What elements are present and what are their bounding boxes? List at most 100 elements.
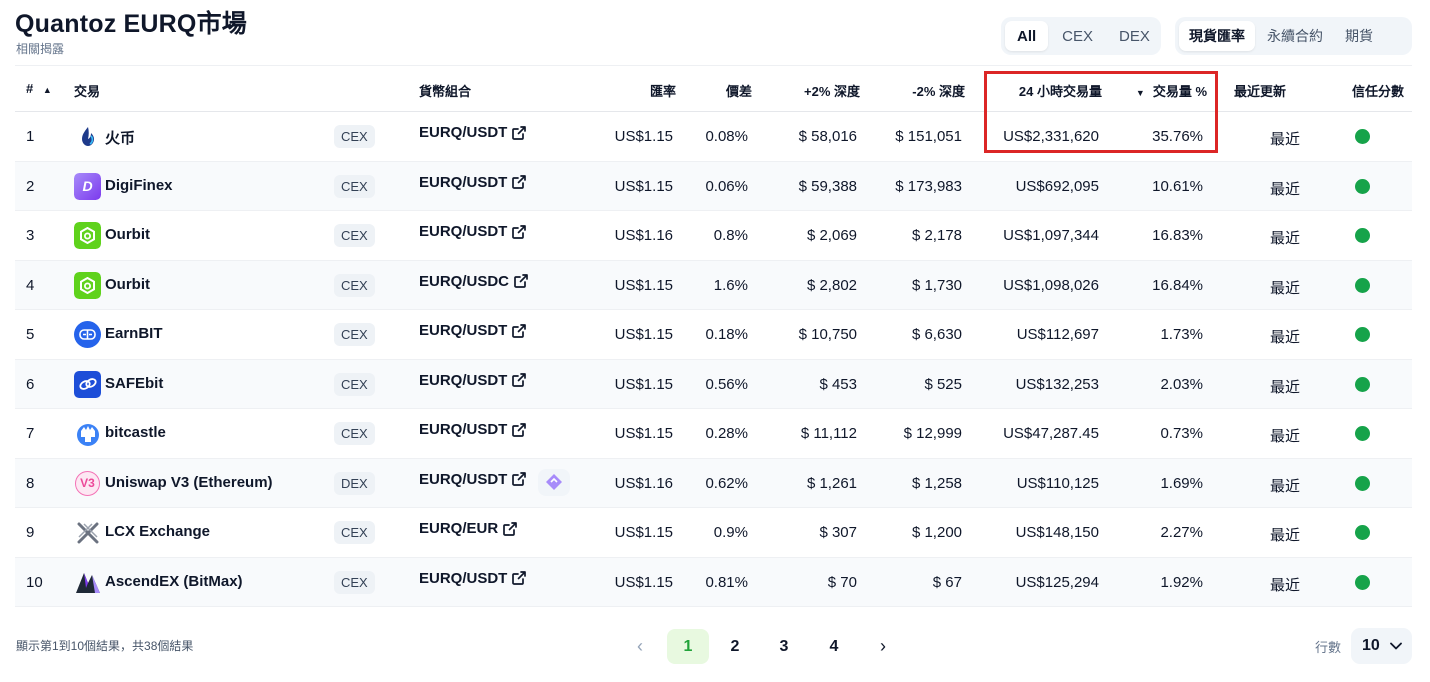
- table-row[interactable]: 3 Ourbit CEX EURQ/USDT US$1.16 0.8% $ 2,069 $ 2…: [15, 211, 1412, 261]
- table-row[interactable]: 5 EarnBIT CEX EURQ/USDT US$1.15 0.18% $ 10,750…: [15, 310, 1412, 360]
- page-button-2[interactable]: 2: [714, 629, 756, 664]
- table-row[interactable]: 9 LCX Exchange CEX EURQ/EUR US$1.15 0.9% $ 307…: [15, 508, 1412, 558]
- trading-pair-link[interactable]: EURQ/USDT: [419, 124, 527, 141]
- trust-score-dot: [1355, 327, 1370, 342]
- trading-pair-label: EURQ/USDT: [419, 322, 508, 339]
- exchange-name-link[interactable]: Ourbit: [105, 226, 150, 243]
- filter-perpetual-button[interactable]: 永續合約: [1257, 21, 1333, 51]
- page-button-4[interactable]: 4: [813, 629, 855, 664]
- volume-pct-cell: 2.03%: [1160, 375, 1203, 393]
- external-link-icon[interactable]: [511, 570, 527, 586]
- exchange-name-link[interactable]: bitcastle: [105, 424, 166, 441]
- trading-pair-link[interactable]: EURQ/USDT: [419, 570, 527, 587]
- column-header-volume[interactable]: 24 小時交易量: [1019, 81, 1102, 100]
- trust-score-dot: [1355, 129, 1370, 144]
- volume-cell: US$2,331,620: [1003, 128, 1099, 145]
- filter-futures-button[interactable]: 期貨: [1335, 21, 1383, 51]
- external-link-icon[interactable]: [511, 323, 527, 339]
- disclosure-link[interactable]: 相關揭露: [16, 40, 64, 57]
- external-link-icon[interactable]: [502, 521, 518, 537]
- column-header-updated[interactable]: 最近更新: [1234, 81, 1286, 100]
- trading-pair-link[interactable]: EURQ/USDT: [419, 471, 527, 488]
- exchange-name-link[interactable]: DigiFinex: [105, 177, 173, 194]
- table-row[interactable]: 7 bitcastle CEX EURQ/USDT US$1.15 0.28% $ 11,1…: [15, 409, 1412, 459]
- depth-plus-cell: $ 307: [819, 524, 857, 541]
- volume-pct-cell: 2.27%: [1160, 524, 1203, 541]
- trading-pair-link[interactable]: EURQ/USDT: [419, 421, 527, 438]
- exchange-logo-icon: [74, 569, 101, 596]
- chevron-left-icon: ‹: [637, 636, 643, 656]
- depth-minus-cell: $ 1,258: [911, 474, 962, 492]
- prev-page-button[interactable]: ‹: [619, 629, 661, 664]
- filter-dex-button[interactable]: DEX: [1107, 21, 1162, 51]
- row-rank: 8: [26, 474, 35, 492]
- external-link-icon[interactable]: [511, 224, 527, 240]
- table-row[interactable]: 10 AscendEX (BitMax) CEX EURQ/USDT US$1.15 0.…: [15, 557, 1412, 607]
- depth-minus-cell: $ 6,630: [911, 326, 962, 343]
- trading-pair-link[interactable]: EURQ/EUR: [419, 520, 518, 537]
- row-rank: 5: [26, 326, 35, 343]
- filter-spot-button[interactable]: 現貨匯率: [1179, 21, 1255, 51]
- depth-minus-cell: $ 525: [924, 375, 962, 393]
- row-rank: 6: [26, 375, 35, 393]
- exchange-name-link[interactable]: 火币: [105, 127, 135, 148]
- page-button-1[interactable]: 1: [667, 629, 709, 664]
- column-header-rank[interactable]: # ▲: [26, 81, 52, 96]
- filter-all-button[interactable]: All: [1005, 21, 1049, 51]
- trading-pair-link[interactable]: EURQ/USDT: [419, 223, 527, 240]
- exchange-name-link[interactable]: AscendEX (BitMax): [105, 573, 243, 590]
- spread-cell: 0.81%: [705, 573, 748, 591]
- trading-pair-link[interactable]: EURQ/USDT: [419, 372, 527, 389]
- rate-cell: US$1.16: [614, 474, 673, 492]
- page-button-3[interactable]: 3: [763, 629, 805, 664]
- external-link-icon[interactable]: [511, 372, 527, 388]
- trading-pair-link[interactable]: EURQ/USDT: [419, 174, 527, 191]
- exchange-logo-icon: D: [74, 172, 101, 200]
- column-header-spread[interactable]: 價差: [726, 81, 752, 100]
- trust-score-dot: [1355, 228, 1370, 243]
- column-header-exchange[interactable]: 交易: [74, 81, 100, 100]
- column-header-depth-minus[interactable]: -2% 深度: [912, 81, 965, 100]
- updated-cell: 最近: [1270, 576, 1301, 594]
- exchange-type-badge: CEX: [334, 422, 375, 445]
- updated-cell: 最近: [1270, 230, 1301, 247]
- depth-plus-cell: $ 10,750: [798, 326, 857, 343]
- exchange-type-badge: CEX: [334, 323, 375, 346]
- depth-plus-cell: $ 70: [827, 573, 857, 591]
- trust-score-dot: [1355, 574, 1370, 590]
- column-header-trust[interactable]: 信任分數: [1352, 81, 1404, 100]
- table-row[interactable]: 4 Ourbit CEX EURQ/USDC US$1.15 1.6% $ 2,802 $ 1…: [15, 260, 1412, 310]
- external-link-icon[interactable]: [511, 174, 527, 190]
- volume-cell: US$110,125: [1016, 474, 1099, 492]
- exchange-name-link[interactable]: SAFEbit: [105, 375, 163, 392]
- exchange-logo-icon: [74, 370, 101, 398]
- updated-cell: 最近: [1270, 428, 1301, 445]
- table-row[interactable]: 6 SAFEbit CEX EURQ/USDT US$1.15 0.56% $ 453 $ 5…: [15, 359, 1412, 409]
- trading-pair-link[interactable]: EURQ/USDT: [419, 322, 527, 339]
- external-link-icon[interactable]: [511, 471, 527, 487]
- column-header-rate[interactable]: 匯率: [650, 81, 676, 100]
- exchange-name-link[interactable]: Uniswap V3 (Ethereum): [105, 474, 273, 491]
- column-header-pair[interactable]: 貨幣組合: [419, 81, 471, 100]
- filter-cex-button[interactable]: CEX: [1050, 21, 1105, 51]
- column-header-volume-pct[interactable]: ▼ 交易量 %: [1136, 81, 1207, 100]
- table-row[interactable]: 2 D DigiFinex CEX EURQ/USDT US$1.15 0.06% $ 59,…: [15, 161, 1412, 211]
- spread-cell: 0.56%: [705, 375, 748, 393]
- external-link-icon[interactable]: [511, 125, 527, 141]
- swap-widget-button[interactable]: [538, 468, 570, 496]
- rows-per-page-select[interactable]: 10: [1351, 628, 1412, 664]
- depth-plus-cell: $ 2,802: [806, 276, 857, 294]
- external-link-icon[interactable]: [511, 422, 527, 438]
- exchange-name-link[interactable]: Ourbit: [105, 276, 150, 293]
- column-header-depth-plus[interactable]: +2% 深度: [804, 81, 860, 100]
- rate-cell: US$1.15: [614, 375, 673, 393]
- exchange-name-link[interactable]: LCX Exchange: [105, 523, 210, 540]
- external-link-icon[interactable]: [513, 273, 529, 289]
- next-page-button[interactable]: ›: [862, 629, 904, 664]
- exchange-name-link[interactable]: EarnBIT: [105, 325, 163, 342]
- table-row[interactable]: 8 V3 Uniswap V3 (Ethereum) DEX EURQ/USDT US$1…: [15, 458, 1412, 508]
- table-row[interactable]: 1 火币 CEX EURQ/USDT US$1.15 0.08% $ 58,016 $ 151…: [15, 112, 1412, 162]
- volume-cell: US$692,095: [1015, 177, 1099, 195]
- rate-cell: US$1.15: [614, 573, 673, 591]
- trading-pair-link[interactable]: EURQ/USDC: [419, 273, 529, 290]
